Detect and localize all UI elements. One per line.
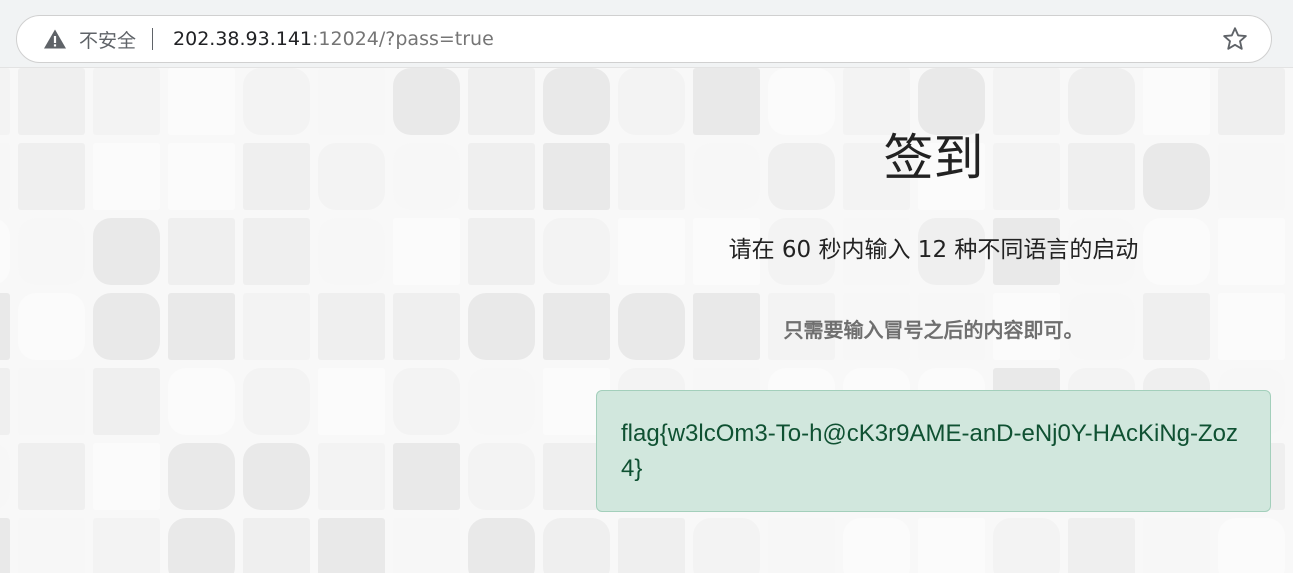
background-tile	[468, 518, 535, 573]
background-tile	[93, 518, 160, 573]
background-tile	[393, 218, 460, 285]
background-tile	[93, 293, 160, 360]
instruction-hint: 只需要输入冒号之后的内容即可。	[783, 318, 1084, 342]
url-text[interactable]: 202.38.93.141:12024/?pass=true	[173, 28, 1215, 50]
background-tile	[243, 218, 310, 285]
page-subtitle: 请在 60 秒内输入 12 种不同语言的启动	[728, 237, 1139, 263]
background-tile	[0, 219, 10, 284]
background-tile	[318, 368, 385, 435]
background-tile	[18, 218, 85, 285]
background-tile	[168, 518, 235, 573]
background-tile	[243, 293, 310, 360]
background-tile	[0, 293, 10, 360]
background-tile	[18, 293, 85, 360]
address-bar[interactable]: 不安全 202.38.93.141:12024/?pass=true	[16, 15, 1272, 63]
background-tile	[468, 218, 535, 285]
background-tile	[243, 368, 310, 435]
background-tile	[393, 368, 460, 435]
background-tile	[468, 293, 535, 360]
background-tile	[168, 443, 235, 510]
background-tile	[168, 368, 235, 435]
background-tile	[318, 293, 385, 360]
omnibox-divider	[152, 28, 154, 50]
url-path: :12024/?pass=true	[312, 28, 494, 50]
background-tile	[168, 68, 235, 135]
star-icon	[1223, 27, 1247, 50]
background-tile	[18, 68, 85, 135]
page-title: 签到	[883, 129, 984, 187]
background-tile	[0, 143, 10, 210]
background-tile	[18, 368, 85, 435]
background-tile	[168, 143, 235, 210]
background-tile	[93, 143, 160, 210]
background-tile	[468, 143, 535, 210]
url-host: 202.38.93.141	[173, 28, 313, 50]
background-tile	[393, 293, 460, 360]
background-tile	[0, 368, 10, 435]
background-tile	[243, 518, 310, 573]
bookmark-button[interactable]	[1215, 19, 1255, 59]
page-viewport: 签到 请在 60 秒内输入 12 种不同语言的启动 只需要输入冒号之后的内容即可…	[0, 68, 1293, 573]
background-tile	[318, 143, 385, 210]
background-tile	[243, 143, 310, 210]
background-tile	[468, 68, 535, 135]
background-tile	[18, 518, 85, 573]
background-tile	[318, 443, 385, 510]
background-tile	[243, 443, 310, 510]
background-tile	[393, 143, 460, 210]
background-tile	[93, 218, 160, 285]
background-tile	[318, 68, 385, 135]
background-tile	[318, 518, 385, 573]
background-tile	[168, 218, 235, 285]
background-tile	[0, 444, 10, 509]
warning-icon	[44, 29, 66, 49]
flag-text: flag{w3lcOm3-To-h@cK3r9AME-anD-eNj0Y-HAc…	[621, 420, 1239, 482]
main-content: 签到 请在 60 秒内输入 12 种不同语言的启动 只需要输入冒号之后的内容即可…	[596, 68, 1271, 573]
background-tile	[318, 218, 385, 285]
background-tile	[93, 368, 160, 435]
background-tile	[168, 293, 235, 360]
background-tile	[243, 68, 310, 135]
background-tile	[393, 68, 460, 135]
background-tile	[393, 443, 460, 510]
background-tile	[468, 443, 535, 510]
security-label: 不安全	[79, 29, 137, 52]
background-tile	[18, 443, 85, 510]
background-tile	[468, 368, 535, 435]
background-tile	[93, 68, 160, 135]
background-tile	[393, 518, 460, 573]
background-tile	[0, 518, 10, 573]
flag-alert: flag{w3lcOm3-To-h@cK3r9AME-anD-eNj0Y-HAc…	[596, 390, 1271, 512]
background-tile	[93, 443, 160, 510]
background-tile	[0, 68, 10, 135]
background-tile	[18, 143, 85, 210]
site-security-indicator[interactable]: 不安全	[17, 16, 136, 62]
browser-toolbar: 不安全 202.38.93.141:12024/?pass=true	[0, 0, 1293, 68]
